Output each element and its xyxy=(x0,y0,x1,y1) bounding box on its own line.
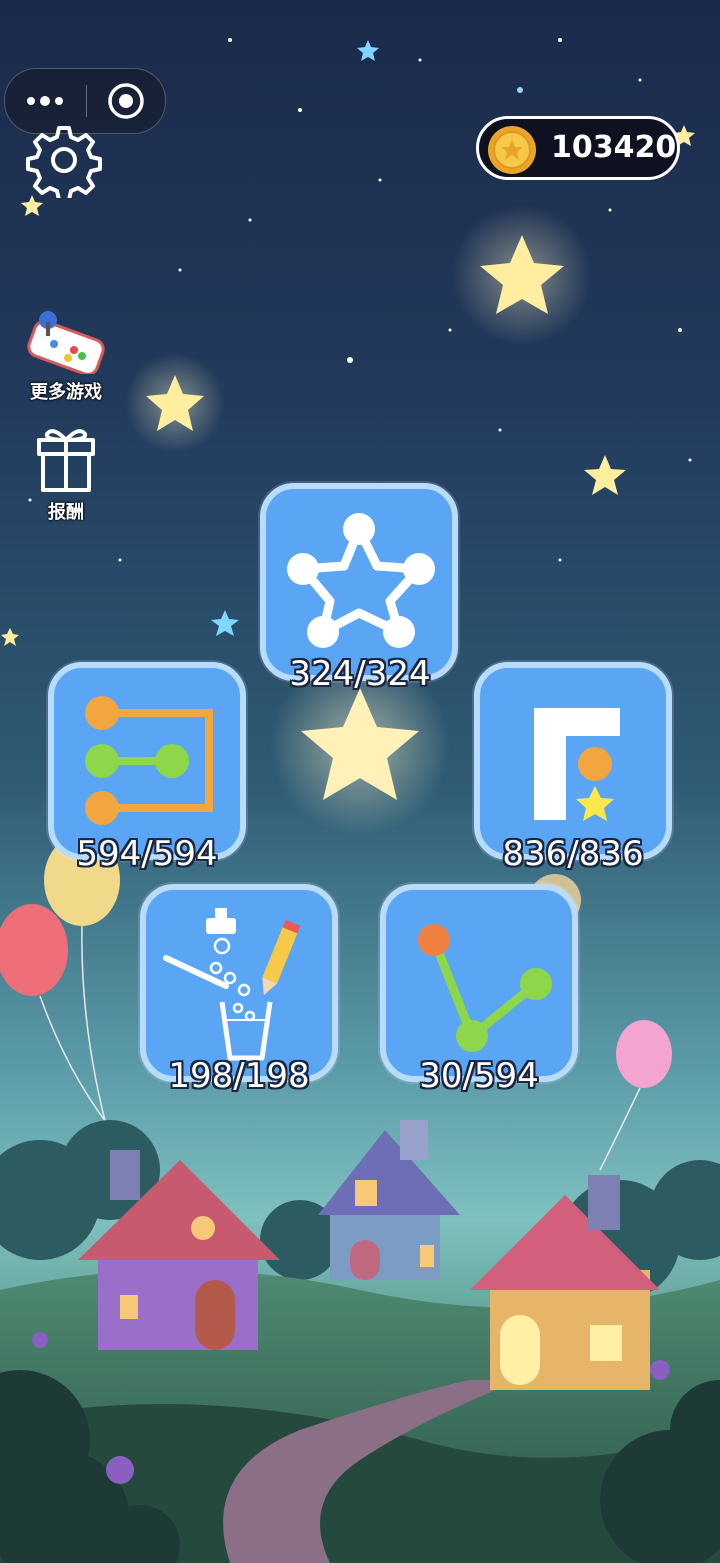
more-games-button[interactable]: 更多游戏 xyxy=(20,308,112,404)
dot-lines-icon xyxy=(85,696,213,825)
level-tile-block-slide[interactable] xyxy=(474,662,672,860)
level-count-swing-connect: 30/594 xyxy=(419,1056,539,1096)
level-count-star-connect: 324/324 xyxy=(289,654,431,694)
block-star-icon xyxy=(534,708,620,821)
close-target-icon xyxy=(108,83,144,119)
coin-counter: 103420 xyxy=(476,116,680,180)
swing-balls-icon xyxy=(418,924,552,1052)
star-dots-icon xyxy=(287,513,435,648)
level-count-block-slide: 836/836 xyxy=(502,834,644,874)
gamepad-icon xyxy=(27,311,105,376)
more-games-label: 更多游戏 xyxy=(30,382,102,403)
house-middle xyxy=(318,1120,460,1280)
coin-count: 103420 xyxy=(551,130,677,165)
level-tile-line-connect[interactable] xyxy=(48,662,246,860)
level-tile-star-connect[interactable] xyxy=(260,483,458,681)
settings-button[interactable] xyxy=(26,122,102,202)
gear-icon xyxy=(26,126,102,202)
level-count-draw-fill-cup: 198/198 xyxy=(168,1056,310,1096)
level-count-line-connect: 594/594 xyxy=(76,834,218,874)
level-tile-swing-connect[interactable] xyxy=(380,884,578,1082)
rewards-button[interactable]: 报酬 xyxy=(28,424,104,524)
more-dots-icon xyxy=(27,96,63,106)
gold-coin-icon xyxy=(488,126,536,174)
rewards-label: 报酬 xyxy=(48,502,84,523)
level-tile-draw-fill-cup[interactable] xyxy=(140,884,338,1082)
gift-icon xyxy=(37,429,95,492)
pencil-cup-icon xyxy=(163,908,301,1061)
